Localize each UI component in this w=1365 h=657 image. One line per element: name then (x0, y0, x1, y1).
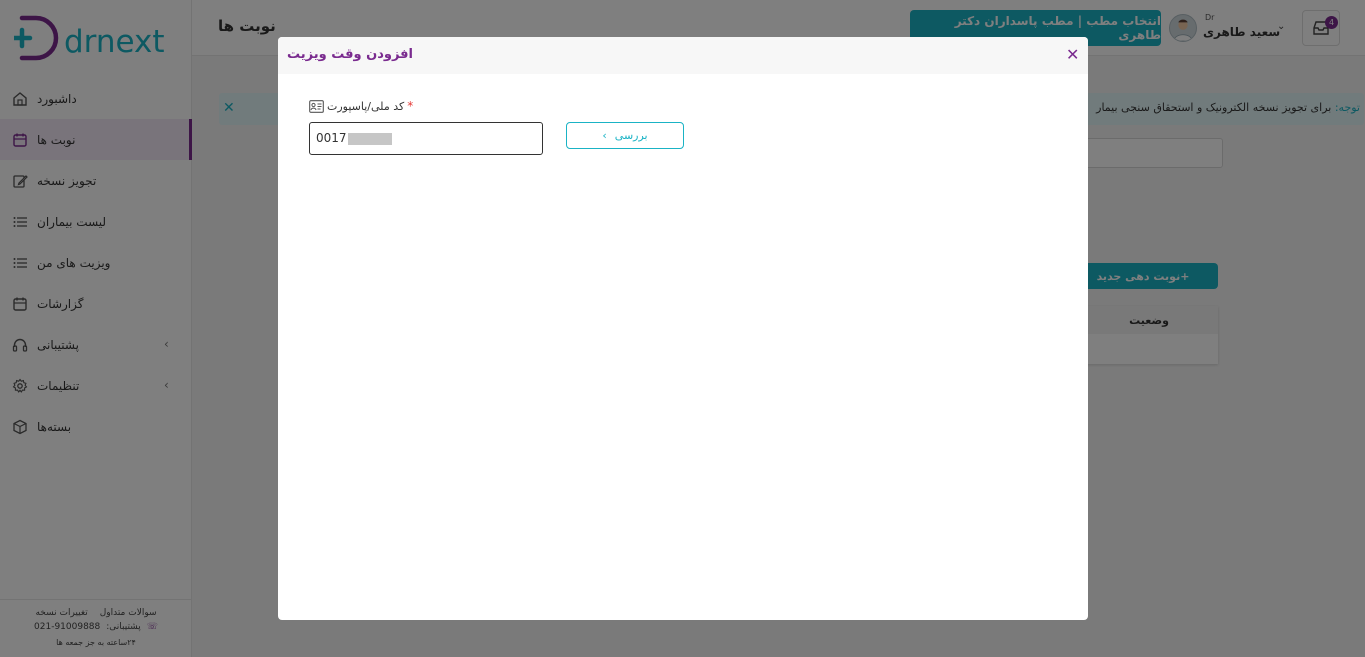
id-card-icon (309, 99, 324, 113)
modal-header: ✕ افزودن وقت ویزیت (278, 37, 1088, 74)
national-id-input[interactable]: 0017 (309, 122, 543, 155)
input-value-redacted (347, 132, 392, 145)
input-value: 0017 (316, 131, 347, 145)
check-button-label: بررسی (614, 129, 648, 142)
chevron-left-icon: ‹ (602, 129, 607, 142)
check-button[interactable]: ‹ بررسی (566, 122, 684, 149)
close-icon[interactable]: ✕ (1066, 46, 1079, 64)
required-mark: * (407, 99, 414, 113)
national-id-label: * کد ملی/پاسپورت (309, 99, 413, 113)
modal-title: افزودن وقت ویزیت (287, 47, 414, 62)
field-label-text: کد ملی/پاسپورت (327, 99, 405, 113)
add-visit-modal: ✕ افزودن وقت ویزیت * کد ملی/پاسپورت 0017… (278, 37, 1088, 620)
